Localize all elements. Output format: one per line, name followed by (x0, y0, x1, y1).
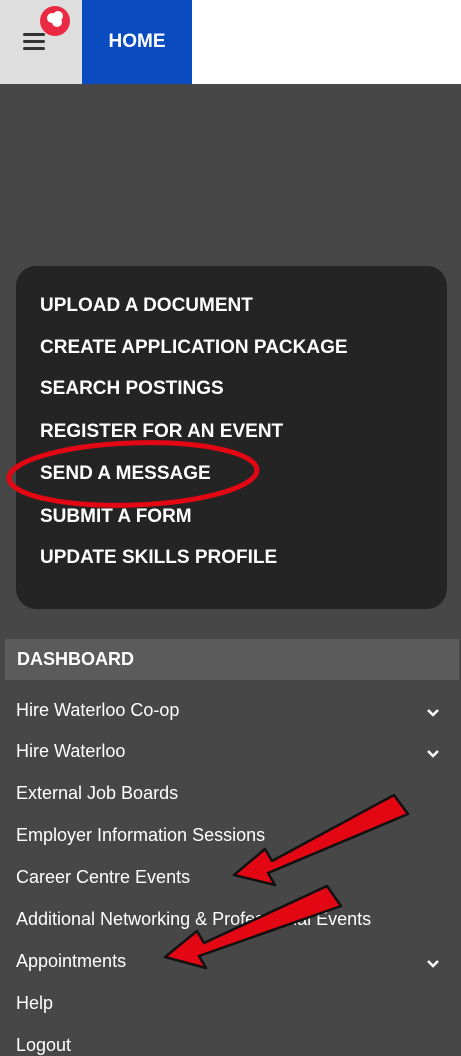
nav-item-additional-networking[interactable]: Additional Networking & Professional Eve… (16, 909, 371, 930)
chevron-down-icon[interactable] (425, 958, 441, 970)
update-skills-profile-link[interactable]: UPDATE SKILLS PROFILE (40, 547, 277, 569)
quick-actions-panel: UPLOAD A DOCUMENT CREATE APPLICATION PAC… (16, 266, 447, 609)
chevron-down-icon[interactable] (425, 707, 441, 719)
create-application-package-link[interactable]: CREATE APPLICATION PACKAGE (40, 337, 348, 359)
nav-item-career-centre-events[interactable]: Career Centre Events (16, 867, 190, 888)
chevron-down-icon[interactable] (425, 748, 441, 760)
nav-item-employer-info-sessions[interactable]: Employer Information Sessions (16, 825, 265, 846)
send-message-link[interactable]: SEND A MESSAGE (40, 463, 211, 485)
top-bar: HOME (0, 0, 461, 84)
nav-item-help[interactable]: Help (16, 993, 53, 1014)
notification-badge-icon (40, 6, 70, 36)
hamburger-menu-icon (23, 33, 49, 51)
nav-item-hire-waterloo-coop[interactable]: Hire Waterloo Co-op (16, 700, 179, 721)
nav-item-hire-waterloo[interactable]: Hire Waterloo (16, 741, 125, 762)
upload-document-link[interactable]: UPLOAD A DOCUMENT (40, 295, 253, 317)
nav-item-external-job-boards[interactable]: External Job Boards (16, 783, 178, 804)
search-postings-link[interactable]: SEARCH POSTINGS (40, 378, 224, 400)
dashboard-header[interactable]: DASHBOARD (5, 639, 459, 680)
register-event-link[interactable]: REGISTER FOR AN EVENT (40, 421, 283, 443)
submit-form-link[interactable]: SUBMIT A FORM (40, 506, 192, 528)
nav-item-logout[interactable]: Logout (16, 1035, 71, 1056)
nav-item-appointments[interactable]: Appointments (16, 951, 126, 972)
menu-button[interactable] (0, 0, 82, 84)
home-button[interactable]: HOME (82, 0, 192, 84)
